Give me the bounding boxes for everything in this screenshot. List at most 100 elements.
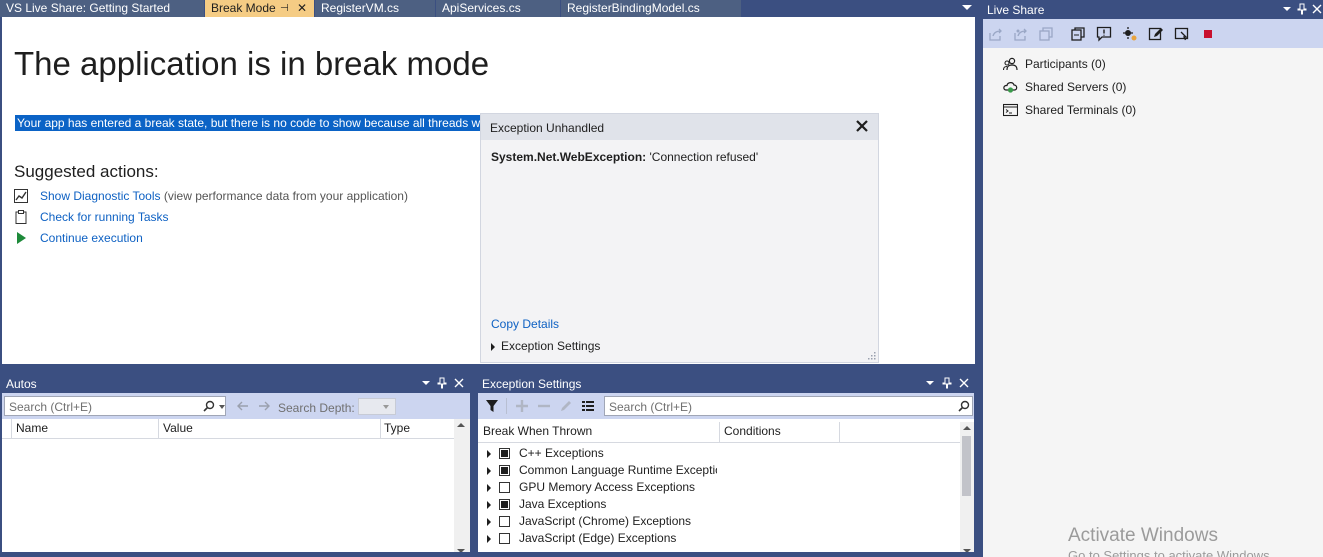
break-checkbox[interactable] xyxy=(499,516,510,527)
exception-settings-expander[interactable]: Exception Settings xyxy=(491,339,600,353)
tab-break-mode[interactable]: Break Mode ⊣ ✕ xyxy=(205,0,314,17)
scroll-up-icon[interactable] xyxy=(963,426,971,430)
live-share-header: Live Share xyxy=(983,0,1323,19)
search-depth-dropdown[interactable] xyxy=(358,398,396,415)
exception-message: 'Connection refused' xyxy=(649,150,759,164)
expand-arrow-icon[interactable] xyxy=(487,535,491,543)
window-menu-icon[interactable] xyxy=(1281,3,1293,15)
search-icon[interactable] xyxy=(958,400,970,412)
autos-search-input[interactable]: Search (Ctrl+E) xyxy=(4,396,226,416)
break-checkbox[interactable] xyxy=(499,448,510,459)
expand-arrow-icon[interactable] xyxy=(487,467,491,475)
column-separator[interactable] xyxy=(839,422,840,442)
check-running-tasks-link[interactable]: Check for running Tasks xyxy=(40,208,169,226)
close-icon[interactable] xyxy=(453,377,465,389)
copy-details-link[interactable]: Copy Details xyxy=(491,317,559,331)
autos-title: Autos xyxy=(6,377,37,391)
horizontal-splitter[interactable] xyxy=(0,364,982,374)
exception-category-label: Java Exceptions xyxy=(519,497,607,511)
restore-defaults-icon[interactable] xyxy=(581,399,595,413)
close-icon[interactable] xyxy=(1311,3,1323,15)
exception-category-row[interactable]: JavaScript (Edge) Exceptions xyxy=(478,530,958,547)
exception-popup-header: Exception Unhandled xyxy=(481,114,878,140)
filter-icon[interactable] xyxy=(486,400,498,412)
activation-watermark-subtitle: Go to Settings to activate Windows. xyxy=(1068,548,1274,557)
break-state-message[interactable]: Your app has entered a break state, but … xyxy=(15,115,491,131)
live-share-item-label: Shared Servers (0) xyxy=(1025,80,1127,94)
break-checkbox[interactable] xyxy=(499,482,510,493)
autos-window: Autos Search (Ctrl+E) Search Depth: Name… xyxy=(2,374,470,557)
window-menu-icon[interactable] xyxy=(420,377,432,389)
break-checkbox[interactable] xyxy=(499,533,510,544)
scroll-up-icon[interactable] xyxy=(457,423,465,427)
exception-category-row[interactable]: Common Language Runtime Exceptions xyxy=(478,462,958,479)
screenshot-icon[interactable] xyxy=(1174,26,1190,42)
tab-apiservices-cs[interactable]: ApiServices.cs xyxy=(436,0,560,17)
expand-arrow-icon[interactable] xyxy=(487,501,491,509)
focus-participants-icon[interactable] xyxy=(1070,26,1086,42)
page-title: The application is in break mode xyxy=(14,45,490,82)
tab-vs-live-share-getting-started[interactable]: VS Live Share: Getting Started xyxy=(0,0,204,17)
search-placeholder: Search (Ctrl+E) xyxy=(609,400,693,414)
scroll-thumb[interactable] xyxy=(962,436,971,496)
add-icon[interactable] xyxy=(515,399,529,413)
edit-settings-icon[interactable] xyxy=(1148,26,1164,42)
pin-icon[interactable]: ⊣ xyxy=(280,0,289,17)
column-value[interactable]: Value xyxy=(163,421,193,439)
break-checkbox[interactable] xyxy=(499,465,510,476)
tab-registervm-cs[interactable]: RegisterVM.cs xyxy=(315,0,435,17)
shared-servers-icon xyxy=(1003,82,1018,93)
close-icon[interactable] xyxy=(958,377,970,389)
share-icon[interactable] xyxy=(988,26,1004,42)
suggested-actions-heading: Suggested actions: xyxy=(14,162,159,181)
column-separator[interactable] xyxy=(11,419,12,439)
show-diagnostic-tools-link[interactable]: Show Diagnostic Tools (view performance … xyxy=(40,187,408,205)
column-separator[interactable] xyxy=(719,422,720,442)
exception-category-label: C++ Exceptions xyxy=(519,446,604,460)
toolbar-separator xyxy=(506,398,507,414)
close-icon[interactable] xyxy=(855,119,869,133)
copy-link-icon[interactable] xyxy=(1038,26,1054,42)
column-conditions[interactable]: Conditions xyxy=(724,424,781,442)
search-back-icon[interactable] xyxy=(237,401,249,411)
close-icon[interactable]: ✕ xyxy=(297,0,307,17)
break-checkbox[interactable] xyxy=(499,499,510,510)
exception-category-label: Common Language Runtime Exceptions xyxy=(519,463,717,477)
column-type[interactable]: Type xyxy=(384,421,410,439)
exception-type: System.Net.WebException: 'Connection ref… xyxy=(491,150,759,164)
exception-category-row[interactable]: GPU Memory Access Exceptions xyxy=(478,479,958,496)
pin-icon[interactable] xyxy=(941,377,953,389)
exception-settings-scrollbar[interactable] xyxy=(960,422,974,557)
feedback-icon[interactable] xyxy=(1096,26,1112,42)
tab-dropdown-icon[interactable] xyxy=(962,5,972,10)
debug-settings-icon[interactable] xyxy=(1122,26,1138,42)
pin-icon[interactable] xyxy=(436,377,448,389)
column-break-when-thrown[interactable]: Break When Thrown xyxy=(483,424,592,442)
expand-arrow-icon[interactable] xyxy=(487,450,491,458)
search-depth-label: Search Depth: xyxy=(278,401,355,415)
resize-grip-icon[interactable] xyxy=(866,350,876,360)
exception-search-input[interactable]: Search (Ctrl+E) xyxy=(604,396,973,416)
stop-icon[interactable] xyxy=(1200,26,1216,42)
chevron-down-icon[interactable] xyxy=(219,405,225,409)
window-menu-icon[interactable] xyxy=(924,377,936,389)
column-separator[interactable] xyxy=(158,419,159,439)
exception-category-row[interactable]: JavaScript (Chrome) Exceptions xyxy=(478,513,958,530)
column-name[interactable]: Name xyxy=(16,421,48,439)
share-readonly-icon[interactable] xyxy=(1013,26,1029,42)
break-mode-page: The application is in break mode Your ap… xyxy=(2,17,975,364)
tab-label: Break Mode xyxy=(211,1,276,15)
search-icon[interactable] xyxy=(203,400,215,412)
expand-arrow-icon[interactable] xyxy=(487,518,491,526)
continue-execution-link[interactable]: Continue execution xyxy=(40,229,143,247)
exception-category-row[interactable]: C++ Exceptions xyxy=(478,445,958,462)
edit-conditions-icon[interactable] xyxy=(559,399,573,413)
search-forward-icon[interactable] xyxy=(258,401,270,411)
exception-category-row[interactable]: Java Exceptions xyxy=(478,496,958,513)
pin-icon[interactable] xyxy=(1296,3,1308,15)
column-separator[interactable] xyxy=(380,419,381,439)
autos-scrollbar[interactable] xyxy=(454,419,470,557)
remove-icon[interactable] xyxy=(537,399,551,413)
tab-registerbindingmodel-cs[interactable]: RegisterBindingModel.cs xyxy=(561,0,741,17)
expand-arrow-icon[interactable] xyxy=(487,484,491,492)
